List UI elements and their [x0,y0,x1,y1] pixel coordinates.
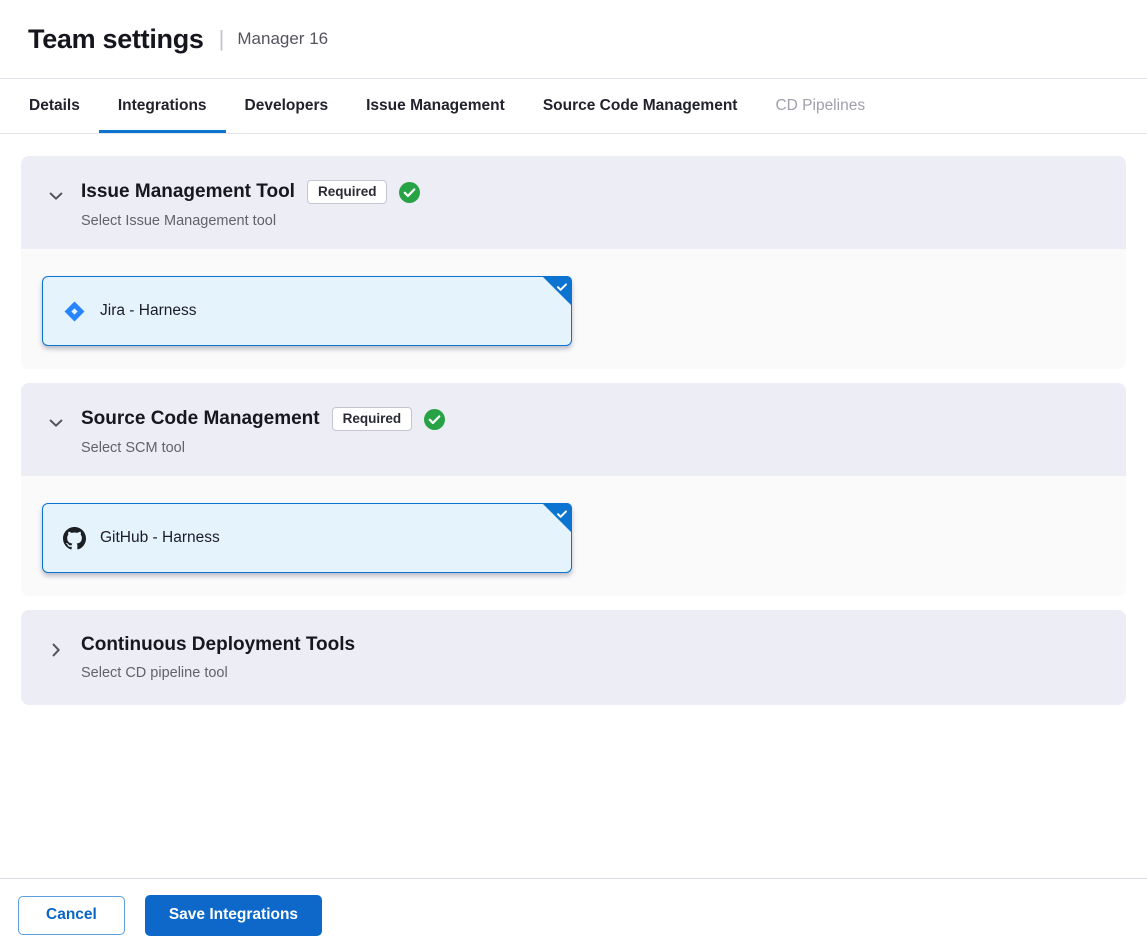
jira-icon [63,300,86,323]
section-source-code-management: Source Code Management Required Select S… [21,383,1126,596]
check-circle-icon [424,409,445,430]
required-badge: Required [332,407,413,431]
selected-check-icon [556,507,568,525]
section-subtitle: Select Issue Management tool [81,213,420,229]
chevron-right-icon[interactable] [47,641,65,659]
section-cd-header[interactable]: Continuous Deployment Tools Select CD pi… [21,610,1126,705]
selected-check-icon [556,280,568,298]
section-issue-management-tool: Issue Management Tool Required Select Is… [21,156,1126,369]
tab-source-code-management[interactable]: Source Code Management [524,79,757,133]
required-badge: Required [307,180,388,204]
team-name-subtitle: Manager 16 [237,29,328,49]
section-title: Source Code Management [81,408,320,430]
page-header: Team settings | Manager 16 [0,0,1147,78]
cancel-button[interactable]: Cancel [18,896,125,935]
tab-integrations[interactable]: Integrations [99,79,226,133]
chevron-down-icon[interactable] [47,414,65,432]
tab-cd-pipelines: CD Pipelines [756,79,884,133]
section-continuous-deployment-tools: Continuous Deployment Tools Select CD pi… [21,610,1126,705]
tab-developers[interactable]: Developers [226,79,348,133]
section-scm-body: GitHub - Harness [21,476,1126,596]
chevron-down-icon[interactable] [47,187,65,205]
section-subtitle: Select CD pipeline tool [81,665,355,681]
tool-card-label: Jira - Harness [100,302,196,320]
tab-bar: Details Integrations Developers Issue Ma… [0,78,1147,134]
tool-card-github[interactable]: GitHub - Harness [42,503,572,573]
tab-details[interactable]: Details [10,79,99,133]
check-circle-icon [399,182,420,203]
tool-card-jira[interactable]: Jira - Harness [42,276,572,346]
integrations-content: Issue Management Tool Required Select Is… [0,134,1147,878]
section-issue-management-header[interactable]: Issue Management Tool Required Select Is… [21,156,1126,249]
title-separator: | [219,26,225,52]
github-icon [63,527,86,550]
section-title: Issue Management Tool [81,181,295,203]
section-scm-header[interactable]: Source Code Management Required Select S… [21,383,1126,476]
section-subtitle: Select SCM tool [81,440,445,456]
tool-card-label: GitHub - Harness [100,529,220,547]
save-integrations-button[interactable]: Save Integrations [145,895,322,936]
footer-action-bar: Cancel Save Integrations [0,878,1147,952]
page-title: Team settings [28,24,204,55]
tab-issue-management[interactable]: Issue Management [347,79,524,133]
section-issue-management-body: Jira - Harness [21,249,1126,369]
section-title: Continuous Deployment Tools [81,634,355,656]
